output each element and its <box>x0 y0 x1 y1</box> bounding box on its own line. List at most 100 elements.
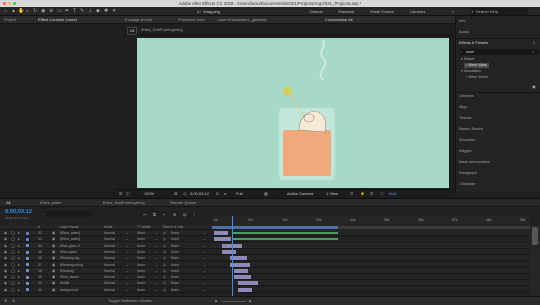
layer-mode-dropdown[interactable]: Normal <box>104 274 115 280</box>
zoom-tool-icon[interactable]: ⌕ <box>26 8 29 15</box>
expand-layer-icon[interactable]: ▸ <box>18 280 20 286</box>
timeline-zoom-slider[interactable] <box>222 301 246 302</box>
parent-dropdown-icon[interactable]: ⌄ <box>203 236 206 242</box>
parent-dropdown[interactable]: None <box>171 249 179 255</box>
layer-mode-dropdown[interactable]: Normal <box>104 280 115 286</box>
table-row[interactable]: ◉ ◯ ▸ 41 ▣ background Normal ⌄ None ⌄ ◎ None ⌄ <box>0 286 530 293</box>
visibility-eye-icon[interactable]: ◉ <box>4 236 7 242</box>
current-time-display[interactable]: 0;00;03;12 <box>190 191 209 197</box>
expand-layer-icon[interactable]: ▸ <box>18 230 20 236</box>
layer-name[interactable]: tEteabag <box>60 268 74 274</box>
parent-pickwhip-icon[interactable]: ◎ <box>163 243 166 249</box>
current-time-indicator[interactable] <box>232 216 233 296</box>
visibility-eye-icon[interactable]: ◉ <box>4 262 7 268</box>
mode-dropdown-icon[interactable]: ⌄ <box>126 230 129 236</box>
type-tool-icon[interactable]: T <box>73 8 76 15</box>
panel-paragraph[interactable]: Paragraph <box>459 171 477 175</box>
timeline-icon[interactable]: ⊟ <box>370 191 373 197</box>
visibility-eye-icon[interactable]: ◉ <box>4 230 7 236</box>
rotate-tool-icon[interactable]: ↻ <box>33 8 37 15</box>
label-color-swatch[interactable] <box>26 274 29 280</box>
trkmat-dropdown[interactable]: None <box>137 287 145 293</box>
expand-layer-icon[interactable]: ▸ <box>18 274 20 280</box>
parent-pickwhip-icon[interactable]: ◎ <box>163 249 166 255</box>
comp-mini-flowchart-icon[interactable]: ⊷ <box>143 212 147 218</box>
label-color-swatch[interactable] <box>26 255 29 261</box>
parent-dropdown[interactable]: None <box>171 287 179 293</box>
layer-name[interactable]: tEteabag tag <box>60 255 79 261</box>
timeline-scrollbar[interactable] <box>530 225 540 295</box>
table-row[interactable]: ◉ ◯ ▸ 39 ▣ tEtea_steam Normal ⌄ None ⌄ ◎ None ⌄ <box>0 274 530 281</box>
expand-layer-icon[interactable]: ▸ <box>18 287 20 293</box>
label-color-swatch[interactable] <box>26 230 29 236</box>
parent-pickwhip-icon[interactable]: ◎ <box>163 236 166 242</box>
workspace-small-screen[interactable]: Small Screen <box>370 9 394 14</box>
snapshot-icon[interactable]: ◎ <box>183 191 187 197</box>
always-preview-icon[interactable]: ⊞ <box>119 191 122 197</box>
expand-layer-icon[interactable]: ▸ <box>18 249 20 255</box>
clone-stamp-tool-icon[interactable]: ⊥ <box>88 8 92 15</box>
table-row[interactable]: ◉ ◯ ▸ 36 ▣ tEteabag tag Normal ⌄ None ⌄ ◎ None ⌄ <box>0 255 530 262</box>
new-bin-icon[interactable]: ▣ <box>532 84 536 89</box>
panel-mask-interpolation[interactable]: Mask Interpolation <box>459 160 490 164</box>
parent-dropdown-icon[interactable]: ⌄ <box>203 280 206 286</box>
visibility-eye-icon[interactable]: ◉ <box>4 255 7 261</box>
panel-libraries[interactable]: Libraries <box>459 94 474 98</box>
parent-pickwhip-icon[interactable]: ◎ <box>163 280 166 286</box>
timeline-search-input[interactable]: ⌕ <box>42 211 92 217</box>
time-ruler[interactable]: 0s 01s 02s 03s 04s 05s 06s 07s 08s 09s <box>212 216 530 226</box>
fast-previews-icon[interactable]: ⚡ <box>360 191 365 197</box>
layer-mode-dropdown[interactable]: Normal <box>104 249 115 255</box>
maximize-window-button[interactable] <box>13 2 16 5</box>
trkmat-dropdown[interactable]: None <box>137 236 145 242</box>
workspace-default[interactable]: Default <box>310 9 323 14</box>
expand-layer-icon[interactable]: ▸ <box>18 268 20 274</box>
effect-item[interactable]: ▪ Wave Warp <box>464 63 489 68</box>
mode-dropdown-icon[interactable]: ⌄ <box>126 287 129 293</box>
mode-dropdown-icon[interactable]: ⌄ <box>126 262 129 268</box>
resolution-dropdown[interactable]: Full <box>236 191 242 197</box>
tab-render-queue[interactable]: Render Queue <box>170 200 196 206</box>
visibility-eye-icon[interactable]: ◉ <box>4 280 7 286</box>
effects-panel-menu-icon[interactable]: ≡ <box>533 40 535 45</box>
parent-dropdown-icon[interactable]: ⌄ <box>203 262 206 268</box>
layer-name[interactable]: tEtea glass 3 <box>60 243 80 249</box>
visibility-eye-icon[interactable]: ◉ <box>4 274 7 280</box>
tab-timeline-all[interactable]: All <box>6 200 10 206</box>
visibility-eye-icon[interactable]: ◉ <box>4 268 7 274</box>
region-of-interest-icon[interactable]: ◫ <box>126 191 130 197</box>
panel-wiggler[interactable]: Wiggler <box>459 149 472 153</box>
layer-name[interactable]: tEteabag string <box>60 262 83 268</box>
solo-icon[interactable]: ◯ <box>11 230 15 236</box>
pan-behind-tool-icon[interactable]: ⊕ <box>49 8 53 15</box>
breadcrumb-comp[interactable]: tEtea_fluidPouringering <box>141 27 183 33</box>
trkmat-dropdown-icon[interactable]: ⌄ <box>155 274 158 280</box>
panel-audio[interactable]: Audio <box>459 30 469 34</box>
selection-tool-icon[interactable]: ▲ <box>11 8 16 15</box>
layer-mode-dropdown[interactable]: Normal <box>104 236 115 242</box>
tab-layer[interactable]: Layer tEAsidebtes_glassmp <box>217 17 267 23</box>
effect-item[interactable]: ▪ Wave World <box>464 75 490 80</box>
panel-smoother[interactable]: Smoother <box>459 138 475 142</box>
zoom-out-icon[interactable]: ▲ <box>214 298 218 304</box>
composition-canvas[interactable] <box>137 38 449 188</box>
layer-name[interactable]: tEtea glass <box>60 249 77 255</box>
layer-mode-dropdown[interactable]: Normal <box>104 230 115 236</box>
expand-layer-icon[interactable]: ▸ <box>18 262 20 268</box>
workspace-libraries[interactable]: Libraries <box>410 9 425 14</box>
label-color-swatch[interactable] <box>26 236 29 242</box>
snapping-checkbox[interactable]: ☑ <box>197 9 201 14</box>
trkmat-dropdown-icon[interactable]: ⌄ <box>155 280 158 286</box>
parent-pickwhip-icon[interactable]: ◎ <box>163 268 166 274</box>
layer-duration-bar[interactable] <box>232 232 338 234</box>
panel-align[interactable]: Align <box>459 105 467 109</box>
solo-icon[interactable]: ◯ <box>11 274 15 280</box>
tab-project[interactable]: Project <box>4 17 16 23</box>
clear-search-icon[interactable]: × <box>532 49 534 55</box>
effect-category[interactable]: ▾ Distort <box>459 57 476 62</box>
layer-duration-bar[interactable] <box>214 231 228 235</box>
parent-dropdown-icon[interactable]: ⌄ <box>203 268 206 274</box>
trkmat-dropdown-icon[interactable]: ⌄ <box>155 262 158 268</box>
table-row[interactable]: ◉ ◯ ▸ 33 ▣ [tEtea_water] Normal ⌄ None ⌄ ◎ None ⌄ <box>0 236 530 243</box>
parent-dropdown[interactable]: None <box>171 280 179 286</box>
